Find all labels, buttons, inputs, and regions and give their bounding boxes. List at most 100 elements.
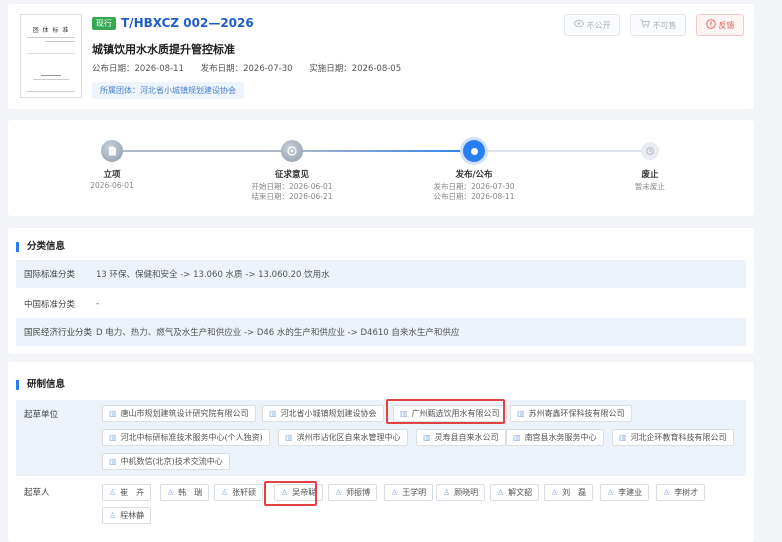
implement-date: 实施日期：2026-08-05 [309, 64, 402, 74]
unit-chip[interactable]: ▥ 唐山市规划建筑设计研究院有限公司 [102, 405, 256, 422]
person-chip[interactable]: ♙ 师振博 [328, 484, 378, 501]
feedback-label: 反馈 [718, 20, 735, 30]
cover-title-block [27, 53, 75, 67]
lifecycle-timeline-card: 立项 2026-06-01 征求意见 开始日期：2026-06-01 结束日期：… [8, 120, 754, 216]
building-icon: ▥ [513, 433, 521, 442]
timeline-connector [292, 150, 474, 152]
building-icon: ▥ [517, 409, 525, 418]
section-title: 研制信息 [16, 380, 65, 390]
unit-chip[interactable]: ▥ 苏州寄鑫环保科技有限公司 [510, 405, 632, 422]
person-chip[interactable]: ♙ 王学明 [384, 484, 434, 501]
step-label: 立项 [103, 170, 121, 180]
row-key: 国际标准分类 [24, 270, 76, 280]
standard-code: T/HBXCZ 002—2026 [121, 16, 254, 30]
alert-circle-icon [705, 18, 716, 32]
classification-row: 国民经济行业分类 D 电力、热力、燃气及水生产和供应业 -> D46 水的生产和… [16, 318, 746, 346]
classification-row: 国际标准分类 13 环保、保健和安全 -> 13.060 水质 -> 13.06… [16, 260, 746, 288]
standard-cover-thumbnail[interactable]: 团 体 标 准 [20, 14, 82, 98]
user-icon: ♙ [443, 488, 451, 497]
classification-card: 分类信息 国际标准分类 13 环保、保健和安全 -> 13.060 水质 -> … [8, 228, 754, 354]
person-chip[interactable]: ♙ 程林静 [102, 507, 152, 524]
row-value: - [96, 299, 100, 309]
row-value: D 电力、热力、燃气及水生产和供应业 -> D46 水的生产和供应业 -> D4… [96, 328, 460, 338]
unit-chip[interactable]: ▥ 河北企环教育科技有限公司 [612, 429, 734, 446]
status-badge: 现行 [92, 17, 116, 30]
user-icon: ♙ [497, 488, 505, 497]
step-comment-node [281, 140, 303, 162]
comment-icon [287, 146, 297, 156]
not-for-sale-button[interactable]: 不可售 [630, 14, 686, 36]
person-chip[interactable]: ♙ 李建业 [600, 484, 650, 501]
building-icon: ▥ [109, 409, 117, 418]
highlight-box [386, 399, 505, 424]
cover-line [45, 41, 75, 42]
user-icon: ♙ [109, 511, 117, 520]
cover-line [27, 91, 75, 92]
feedback-button[interactable]: 反馈 [696, 14, 744, 36]
person-chip[interactable]: ♙ 李树才 [656, 484, 706, 501]
standard-dates: 公布日期：2026-08-11 发布日期：2026-07-30 实施日期：202… [92, 62, 415, 74]
building-icon: ▥ [109, 433, 117, 442]
cover-line [41, 75, 61, 76]
person-chip[interactable]: ♙ 解文韶 [490, 484, 540, 501]
person-chip[interactable]: ♙ 顾晓明 [436, 484, 486, 501]
user-icon: ♙ [551, 488, 559, 497]
clock-icon [646, 147, 654, 155]
building-icon: ▥ [109, 457, 117, 466]
unit-chip[interactable]: ▥ 灵寿县自来水公司 [416, 429, 506, 446]
eye-icon [573, 20, 584, 30]
person-chip[interactable]: ♙ 崔 卉 [102, 484, 152, 501]
cart-icon [640, 19, 650, 31]
step-date: 结束日期：2026-06-21 [251, 192, 333, 201]
announce-date: 公布日期：2026-08-11 [92, 64, 184, 74]
person-chip[interactable]: ♙ 刘 磊 [544, 484, 594, 501]
unit-chip[interactable]: ▥ 河北省小城镇规划建设协会 [262, 405, 384, 422]
person-chip[interactable]: ♙ 韩 瑞 [160, 484, 210, 501]
user-icon: ♙ [335, 488, 343, 497]
user-icon: ♙ [663, 488, 671, 497]
timeline-connector [112, 150, 292, 152]
unit-chip[interactable]: ▥ 南宫县水务服务中心 [506, 429, 604, 446]
building-icon: ▥ [285, 433, 293, 442]
building-icon: ▥ [619, 433, 627, 442]
step-abolish-node [641, 142, 659, 160]
cover-title: 团 体 标 准 [32, 27, 70, 34]
drafting-units-group: 起草单位 ▥ 唐山市规划建筑设计研究院有限公司 ▥ 河北省小城镇规划建设协会 ▥ 广州… [16, 400, 746, 476]
timeline-connector [474, 150, 650, 152]
development-info-card: 研制信息 起草单位 ▥ 唐山市规划建筑设计研究院有限公司 ▥ 河北省小城镇规划建设协… [8, 362, 754, 542]
user-icon: ♙ [167, 488, 175, 497]
step-publish-node [463, 140, 485, 162]
unit-chip[interactable]: ▥ 河北中标研标准技术服务中心(个人独资) [102, 429, 270, 446]
drafters-group: 起草人 ♙ 崔 卉 ♙ 韩 瑞 ♙ 张轩硕 ♙ 吴帝聪 ♙ 师振博 ♙ 王学明 ♙ 顾晓明 ♙… [16, 478, 746, 538]
unit-chip[interactable]: ▥ 中机数信(北京)技术交流中心 [102, 453, 230, 470]
user-icon: ♙ [607, 488, 615, 497]
step-date: 公布日期：2026-08-11 [433, 192, 515, 201]
document-icon [108, 146, 116, 156]
step-label: 征求意见 [274, 170, 309, 180]
step-project-node [101, 140, 123, 162]
classification-row: 中国标准分类 - [16, 290, 746, 318]
section-title: 分类信息 [16, 242, 65, 252]
person-chip[interactable]: ♙ 张轩硕 [214, 484, 264, 501]
cover-line [33, 79, 69, 80]
not-public-label: 不公开 [586, 20, 611, 30]
not-for-sale-label: 不可售 [652, 20, 677, 30]
cover-line [27, 37, 75, 38]
step-label: 发布/公布 [455, 170, 493, 180]
building-icon: ▥ [269, 409, 277, 418]
user-icon: ♙ [221, 488, 229, 497]
row-value: 13 环保、保健和安全 -> 13.060 水质 -> 13.060.20 饮用… [96, 270, 330, 280]
not-public-button[interactable]: 不公开 [564, 14, 620, 36]
group-label: 起草人 [24, 488, 50, 498]
step-status: 暂未废止 [635, 182, 665, 191]
highlight-box [264, 481, 317, 506]
building-icon: ▥ [423, 433, 431, 442]
organization-tag[interactable]: 所属团体：河北省小城镇规划建设协会 [92, 82, 244, 99]
standard-header-card: 团 体 标 准 现行 T/HBXCZ 002—2026 城镇饮用水水质提升管控标… [8, 4, 754, 109]
row-key: 中国标准分类 [24, 300, 76, 310]
user-icon: ♙ [391, 488, 399, 497]
page-title: 城镇饮用水水质提升管控标准 [92, 43, 235, 56]
row-key: 国民经济行业分类 [24, 328, 93, 338]
unit-chip[interactable]: ▥ 滨州市沾化区自来水管理中心 [278, 429, 408, 446]
group-label: 起草单位 [24, 410, 59, 420]
